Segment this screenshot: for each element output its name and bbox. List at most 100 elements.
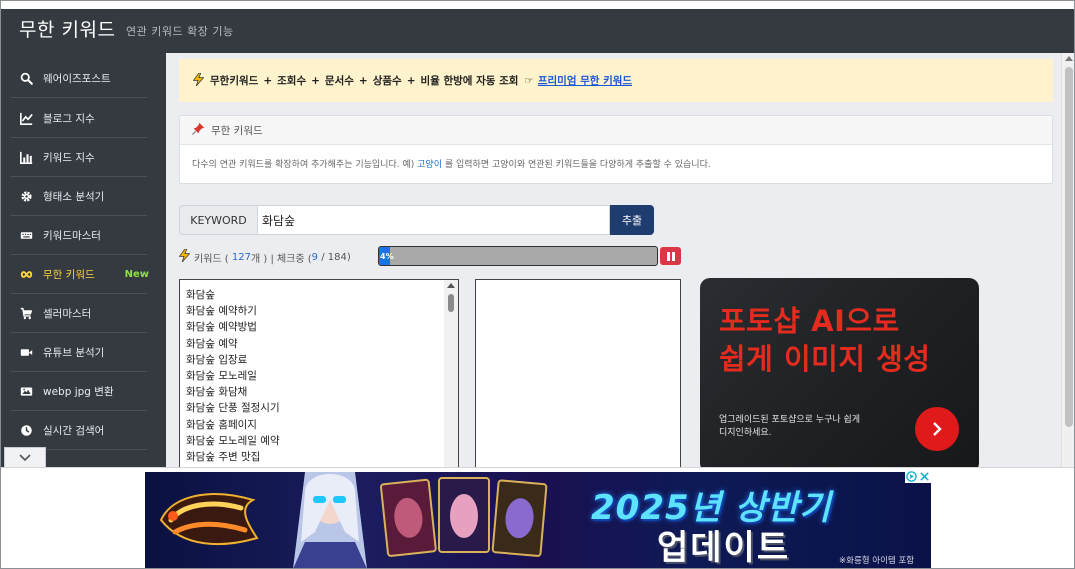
item-cards <box>380 477 548 557</box>
bolt-icon <box>192 72 205 89</box>
list-item[interactable]: 화담숲 화담채 <box>180 384 458 400</box>
pause-button[interactable] <box>660 247 681 265</box>
list-item[interactable]: 화담숲 <box>180 287 458 303</box>
main-content: 무한키워드 + 조회수 + 문서수 + 상품수 + 비율 한방에 자동 조회 ☞… <box>166 53 1061 467</box>
cart-icon <box>11 307 33 320</box>
notice-part: + <box>263 74 273 87</box>
sidebar-item-seller-master[interactable]: 셀러마스터 <box>11 294 147 333</box>
bar-chart-icon <box>11 151 33 164</box>
card-description: 다수의 연관 키워드를 확장하여 추가해주는 기능입니다. 예) 고양이 를 입… <box>180 145 1052 182</box>
clock-icon <box>11 424 33 437</box>
ad-go-button[interactable] <box>915 407 959 451</box>
sidebar-item-label: 형태소 분석기 <box>43 190 105 203</box>
sidebar-item-label: webp jpg 변환 <box>43 385 114 398</box>
keyboard-icon <box>11 229 33 242</box>
list-item[interactable]: 화담숲 모노레일 예약 <box>180 433 458 449</box>
list-item[interactable]: 화담숲 모노레일 <box>180 368 458 384</box>
page-scrollbar[interactable] <box>1061 53 1074 467</box>
game-ad-banner[interactable]: 2025년 상반기 업데이트 ※화릉형 아이템 포함 <box>145 472 931 568</box>
list-item[interactable]: 화담숲 홈페이지 <box>180 417 458 433</box>
keyword-search: KEYWORD 추출 <box>179 205 654 235</box>
scroll-thumb[interactable] <box>1065 67 1073 427</box>
sidebar-item-infinite-keyword[interactable]: 무한 키워드 New <box>11 255 149 294</box>
result-list[interactable] <box>475 279 681 467</box>
notice-part: 비율 한방에 자동 조회 <box>420 75 519 87</box>
premium-notice: 무한키워드 + 조회수 + 문서수 + 상품수 + 비율 한방에 자동 조회 ☞… <box>179 59 1053 102</box>
ad-subtext-line: 디지인하세요. <box>719 428 772 438</box>
sidebar-item-realtime[interactable]: 실시간 검색어 <box>11 411 147 450</box>
list-item[interactable]: 화담숲 주변 맛집 <box>180 449 458 465</box>
list-scrollbar[interactable] <box>444 280 458 467</box>
sidebar-item-morpheme[interactable]: 형태소 분석기 <box>11 177 147 216</box>
pushpin-icon <box>191 122 205 138</box>
card-header: 무한 키워드 <box>180 116 1052 145</box>
list-item[interactable]: 화담숲 예약하기 <box>180 303 458 319</box>
pause-icon <box>671 251 675 261</box>
ad-close-controls[interactable] <box>905 470 931 483</box>
infinity-icon <box>11 268 33 281</box>
stats-text: 개 ) <box>250 253 268 265</box>
scroll-up-icon[interactable] <box>447 283 455 288</box>
chevron-right-icon <box>933 422 942 436</box>
sidebar-item-keyword-master[interactable]: 키워드마스터 <box>11 216 147 255</box>
close-icon[interactable] <box>919 471 930 482</box>
page: 무한 키워드 연관 키워드 확장 기능 웨어이즈포스트 블로그 지수 키워드 지… <box>0 0 1075 569</box>
scroll-up-icon[interactable] <box>1065 56 1073 61</box>
list-item[interactable]: 화담숲 단풍 절정시기 <box>180 400 458 416</box>
progress-bar: 4% <box>378 246 658 266</box>
progress-fill: 4% <box>379 247 394 265</box>
list-item[interactable]: 화담숲 입장료 <box>180 352 458 368</box>
top-strip <box>1 1 1074 9</box>
video-camera-icon <box>11 346 33 359</box>
sidebar-item-label: 셀러마스터 <box>43 307 92 320</box>
notice-part: 문서수 <box>324 75 354 87</box>
banner-headline-2: 업데이트 <box>657 528 791 568</box>
info-card: 무한 키워드 다수의 연관 키워드를 확장하여 추가해주는 기능입니다. 예) … <box>179 115 1053 184</box>
sidebar-item-label: 웨어이즈포스트 <box>43 72 111 85</box>
keyword-label: KEYWORD <box>179 205 258 235</box>
notice-part: 상품수 <box>372 75 402 87</box>
pointing-hand-icon: ☞ <box>524 74 534 87</box>
ad-headline-line: 쉽게 이미지 생성 <box>719 342 931 376</box>
notice-part: 조회수 <box>277 75 307 87</box>
keyword-list-items: 화담숲 화담숲 예약하기 화담숲 예약방법 화담숲 예약 화담숲 입장료 화담숲 모노레일… <box>180 280 458 465</box>
sidebar-item-blog-index[interactable]: 블로그 지수 <box>11 99 147 138</box>
sidebar-item-youtube[interactable]: 유튜브 분석기 <box>11 333 147 372</box>
search-icon <box>11 72 33 85</box>
stats-text: ) <box>346 251 351 263</box>
page-title: 무한 키워드 <box>19 19 116 41</box>
app-header: 무한 키워드 연관 키워드 확장 기능 <box>1 1 1074 53</box>
sidebar-item-keyword-index[interactable]: 키워드 지수 <box>11 138 147 177</box>
keyword-list[interactable]: 화담숲 화담숲 예약하기 화담숲 예약방법 화담숲 예약 화담숲 입장료 화담숲 모노레일… <box>179 279 459 467</box>
image-icon <box>11 385 33 398</box>
character-illustration <box>293 472 367 568</box>
list-item[interactable]: 화담숲 예약 <box>180 336 458 352</box>
photoshop-ad[interactable]: 포토샵 AI으로 쉽게 이미지 생성 업그레이드된 포토샵으로 누구나 쉽게 디… <box>700 278 979 467</box>
notice-part: + <box>358 74 368 87</box>
stats-text: / <box>321 251 325 263</box>
sidebar-item-whereispost[interactable]: 웨어이즈포스트 <box>11 59 147 98</box>
gear-icon <box>11 190 33 203</box>
total-count: 184 <box>327 251 347 263</box>
sidebar-collapse-button[interactable] <box>4 447 46 468</box>
sidebar-item-label: 키워드마스터 <box>43 229 101 242</box>
keyword-input[interactable] <box>258 205 610 235</box>
ad-subtext-line: 업그레이드된 포토샵으로 누구나 쉽게 <box>719 415 861 425</box>
keyword-count: 127 <box>231 251 251 263</box>
sidebar: 웨어이즈포스트 블로그 지수 키워드 지수 형태소 분석기 키워드마스터 무한 … <box>1 53 166 467</box>
line-chart-icon <box>11 112 33 125</box>
notice-part: + <box>406 74 416 87</box>
sidebar-item-label: 무한 키워드 <box>43 268 95 281</box>
extract-button[interactable]: 추출 <box>610 205 654 235</box>
scroll-thumb[interactable] <box>448 294 454 312</box>
pause-icon <box>666 251 670 261</box>
ad-headline-line: 포토샵 AI으로 <box>719 304 900 338</box>
checked-count: 9 <box>311 251 319 263</box>
premium-link[interactable]: 프리미엄 무한 키워드 <box>538 73 632 88</box>
sidebar-item-label: 유튜브 분석기 <box>43 346 105 359</box>
card-title: 무한 키워드 <box>211 124 263 137</box>
ad-info-icon[interactable] <box>906 471 917 482</box>
sidebar-item-label: 키워드 지수 <box>43 151 95 164</box>
sidebar-item-webp-convert[interactable]: webp jpg 변환 <box>11 372 147 411</box>
list-item[interactable]: 화담숲 예약방법 <box>180 319 458 335</box>
